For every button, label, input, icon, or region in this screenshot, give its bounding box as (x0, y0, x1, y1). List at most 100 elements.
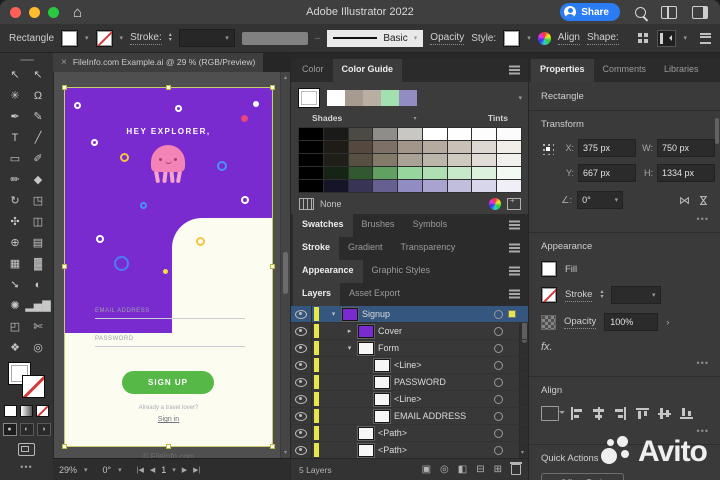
harmony-swatch[interactable] (363, 90, 381, 106)
y-field[interactable]: 667 px (578, 164, 636, 182)
panel-menu-icon[interactable] (509, 270, 520, 272)
align-h-center-button[interactable] (592, 407, 605, 420)
magic-wand-tool[interactable]: ✳ (4, 85, 27, 106)
close-document-icon[interactable]: × (61, 57, 67, 68)
paintbrush-tool[interactable]: ✐ (27, 148, 50, 169)
collect-for-export-icon[interactable]: ▣ (422, 464, 431, 475)
panel-menu-icon[interactable] (509, 69, 520, 71)
eraser-tool[interactable]: ◆ (27, 169, 50, 190)
guide-swatch[interactable] (348, 141, 373, 153)
gradient-tool[interactable]: ▓ (27, 253, 50, 274)
expand-chevron-icon[interactable]: ▸ (345, 327, 354, 335)
flip-vertical-icon[interactable]: ⋈ (697, 195, 710, 206)
layer-thumbnail[interactable] (342, 307, 358, 321)
panel-tab[interactable]: Color (293, 59, 333, 82)
guide-swatch[interactable] (398, 141, 422, 153)
isolate-mode-icon[interactable] (638, 33, 643, 37)
effects-button[interactable]: fx. (541, 341, 709, 353)
panel-menu-icon[interactable] (509, 293, 520, 295)
guide-swatch[interactable] (348, 180, 373, 192)
artboard[interactable]: HEY EXPLORER, EMAIL ADDRESS PASSWORD SIG… (62, 85, 275, 449)
visibility-eye-icon[interactable] (291, 340, 312, 356)
guide-swatch[interactable] (497, 180, 521, 192)
recolor-artwork-icon[interactable] (537, 31, 551, 45)
layer-name[interactable]: PASSWORD (394, 377, 446, 387)
guide-swatch[interactable] (348, 128, 373, 140)
layer-thumbnail[interactable] (374, 409, 390, 423)
panel-tab[interactable]: Graphic Styles (363, 260, 440, 283)
last-artboard-button[interactable]: ▶| (193, 466, 200, 474)
rotation-chevron-icon[interactable]: ▾ (118, 466, 122, 474)
guide-swatch[interactable] (373, 167, 398, 179)
draw-behind-button[interactable]: ◐ (19, 423, 34, 436)
edit-toolbar-icon[interactable]: ••• (20, 462, 32, 472)
panel-tab[interactable]: Brushes (353, 214, 404, 237)
layer-name[interactable]: <Path> (378, 445, 407, 455)
layer-row[interactable]: EMAIL ADDRESS (291, 408, 529, 425)
harmony-swatch[interactable] (327, 90, 345, 106)
panel-tab[interactable]: Transparency (392, 237, 465, 260)
layer-thumbnail[interactable] (374, 392, 390, 406)
fill-swatch[interactable] (541, 261, 557, 277)
properties-scroll-thumb[interactable] (715, 118, 719, 144)
guide-swatch[interactable] (472, 128, 497, 140)
layer-thumbnail[interactable] (374, 358, 390, 372)
panel-tab[interactable]: Layers (293, 283, 341, 306)
opacity-field[interactable]: 100% (604, 313, 659, 331)
guide-swatch[interactable] (299, 154, 323, 166)
style-chevron-icon[interactable]: ▾ (527, 34, 531, 42)
quick-action-button[interactable]: Offset Path (541, 473, 624, 480)
stroke-weight-field[interactable]: ▾ (178, 29, 235, 47)
visibility-eye-icon[interactable] (291, 442, 312, 458)
hand-tool[interactable]: ❖ (4, 337, 27, 358)
guide-swatch[interactable] (373, 128, 398, 140)
guide-swatch[interactable] (373, 154, 398, 166)
align-more-options[interactable]: ••• (541, 426, 709, 436)
line-segment-tool[interactable]: ╱ (27, 127, 50, 148)
guide-swatch[interactable] (323, 128, 348, 140)
edit-colors-icon[interactable] (489, 197, 501, 210)
panel-tab[interactable]: Libraries (655, 59, 708, 82)
visibility-eye-icon[interactable] (291, 306, 312, 322)
perspective-grid-tool[interactable]: ▤ (27, 232, 50, 253)
dock-panel-icon[interactable] (657, 29, 677, 47)
pen-tool[interactable]: ✒ (4, 106, 27, 127)
style-swatch[interactable] (503, 29, 521, 47)
x-field[interactable]: 375 px (578, 139, 636, 157)
guide-swatch[interactable] (373, 141, 398, 153)
guide-swatch[interactable] (472, 154, 497, 166)
transform-more-options[interactable]: ••• (541, 214, 709, 224)
selection-handle[interactable] (62, 444, 67, 449)
shape-label[interactable]: Shape: (586, 32, 619, 45)
layer-name[interactable]: <Path> (378, 428, 407, 438)
new-layer-icon[interactable]: ⊞ (494, 464, 502, 475)
draw-inside-button[interactable]: ◑ (36, 423, 51, 436)
stroke-color-swatch[interactable] (95, 29, 113, 47)
align-left-button[interactable] (570, 407, 583, 420)
opacity-options-icon[interactable]: › (666, 317, 669, 328)
target-circle-icon[interactable] (494, 411, 503, 421)
rotation-chevron-icon[interactable]: ▾ (615, 196, 619, 204)
layer-name[interactable]: <Line> (394, 360, 422, 370)
fill-chevron-icon[interactable]: ▾ (85, 34, 89, 42)
color-mode-button[interactable] (4, 405, 17, 417)
guide-swatch[interactable] (422, 167, 447, 179)
guide-swatch[interactable] (323, 180, 348, 192)
base-color-swatch[interactable] (298, 88, 320, 108)
direct-selection-tool[interactable]: ↖ (27, 64, 50, 85)
guide-swatch[interactable] (398, 128, 422, 140)
guide-swatch[interactable] (472, 167, 497, 179)
stroke-weight-label[interactable]: Stroke: (130, 32, 162, 45)
canvas-vertical-scrollbar[interactable]: ▴ ▾ (280, 72, 290, 458)
scroll-up-icon[interactable]: ▴ (284, 74, 287, 81)
guide-swatch[interactable] (398, 154, 422, 166)
harmony-swatch[interactable] (381, 90, 399, 106)
target-circle-icon[interactable] (494, 394, 503, 404)
stroke-swatch[interactable] (541, 287, 557, 303)
guide-swatch[interactable] (348, 167, 373, 179)
harmony-rules-chevron-icon[interactable]: ▾ (518, 94, 522, 102)
align-top-button[interactable] (636, 407, 649, 420)
guide-swatch[interactable] (299, 167, 323, 179)
align-to-selector[interactable] (541, 406, 565, 421)
artboard-tool[interactable]: ◰ (4, 316, 27, 337)
